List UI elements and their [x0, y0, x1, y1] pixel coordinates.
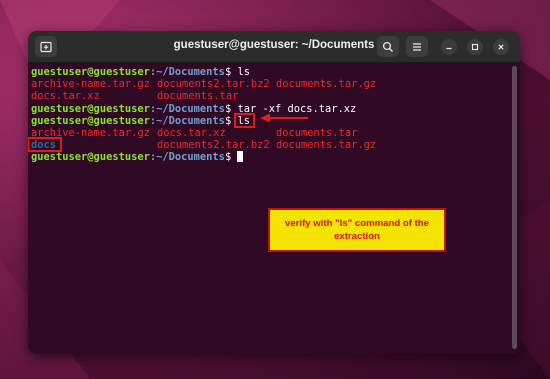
search-icon: [382, 41, 393, 52]
close-button[interactable]: [493, 39, 509, 55]
ls-highlight-box: [234, 112, 256, 128]
file-entry: docs.tar.xz: [31, 90, 100, 103]
terminal-line: docs.tar.xz documents.tar: [31, 90, 517, 102]
scrollbar[interactable]: [512, 66, 517, 349]
docs-highlight-box: [28, 137, 62, 153]
terminal-line: archive-name.tar.gz docs.tar.xz document…: [31, 127, 517, 139]
terminal-line: guestuser@guestuser:~/Documents$ ls: [31, 112, 517, 128]
terminal-line: guestuser@guestuser:~/Documents$: [31, 151, 517, 163]
search-button[interactable]: [377, 36, 399, 57]
terminal-line: docs documents2.tar.bz2 documents.tar.gz: [28, 137, 517, 153]
minimize-icon: [446, 47, 452, 50]
annotation-callout: verify with "ls" command of the extracti…: [268, 208, 446, 252]
menu-button[interactable]: [406, 36, 428, 57]
file-entry: documents.tar: [276, 126, 358, 139]
file-entry: docs.tar.xz: [157, 126, 226, 139]
file-entry: documents2.tar.bz2: [157, 78, 270, 91]
maximize-button[interactable]: [467, 39, 483, 55]
close-icon: [498, 44, 504, 50]
title-bar: guestuser@guestuser: ~/Documents: [28, 31, 520, 63]
file-entry: documents2.tar.bz2: [157, 139, 270, 152]
terminal-window: guestuser@guestuser: ~/Documents guestus…: [28, 31, 520, 354]
file-entry: documents.tar.gz: [276, 139, 377, 152]
minimize-button[interactable]: [441, 39, 457, 55]
terminal-line: guestuser@guestuser:~/Documents$ ls: [31, 66, 250, 78]
maximize-icon: [471, 43, 479, 51]
file-entry: archive-name.tar.gz: [31, 78, 150, 91]
file-entry: documents.tar: [157, 90, 239, 103]
terminal-line: archive-name.tar.gz documents2.tar.bz2 d…: [31, 78, 517, 90]
terminal-line: guestuser@guestuser:~/Documents$ tar -xf…: [31, 102, 357, 115]
hamburger-menu-icon: [413, 42, 421, 51]
file-entry: documents.tar.gz: [276, 78, 377, 91]
text-cursor: [237, 151, 244, 163]
